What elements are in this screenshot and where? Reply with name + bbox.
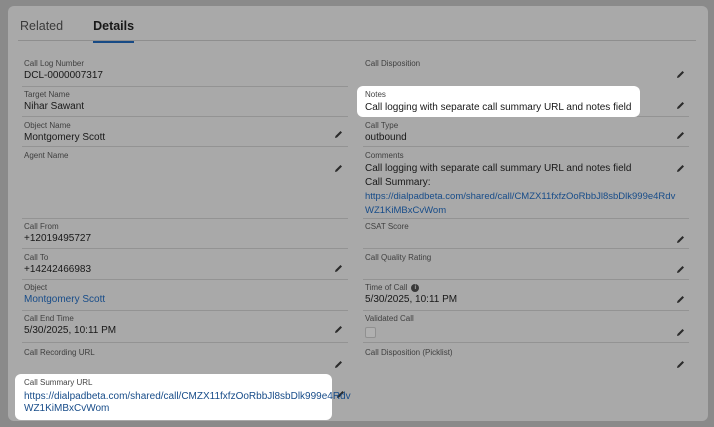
comments-line2: Call Summary: — [365, 177, 431, 188]
field-label: Object — [24, 283, 48, 292]
field-label: Call End Time — [24, 314, 74, 323]
call-summary-url-highlight: Call Summary URL https://dialpadbeta.com… — [15, 374, 351, 420]
field-call-quality-rating: Call Quality Rating — [365, 253, 431, 263]
field-call-to: Call To +14242466983 — [24, 253, 91, 277]
divider — [363, 146, 689, 147]
field-value: outbound — [365, 132, 407, 143]
comments-line1: Call logging with separate call summary … — [365, 163, 632, 174]
field-value: +14242466983 — [24, 264, 92, 275]
field-label: Object Name — [24, 121, 71, 130]
edit-object-name-pencil-icon[interactable] — [334, 130, 343, 139]
edit-call-quality-rating-pencil-icon[interactable] — [676, 265, 685, 274]
edit-notes-pencil-icon[interactable] — [676, 101, 685, 110]
object-link[interactable]: Montgomery Scott — [24, 293, 105, 307]
divider — [22, 279, 348, 280]
edit-validated-call-pencil-icon[interactable] — [676, 328, 685, 337]
field-object: Object Montgomery Scott — [24, 283, 105, 307]
edit-call-recording-url-pencil-icon[interactable] — [334, 360, 343, 369]
field-label: Call Quality Rating — [365, 253, 432, 262]
field-call-recording-url: Call Recording URL — [24, 348, 95, 358]
field-label: Agent Name — [24, 151, 69, 160]
field-value: Nihar Sawant — [24, 101, 85, 112]
edit-call-end-time-pencil-icon[interactable] — [334, 325, 343, 334]
divider — [363, 248, 689, 249]
edit-comments-pencil-icon[interactable] — [676, 164, 685, 173]
field-value: DCL-0000007317 — [24, 70, 103, 81]
edit-call-to-pencil-icon[interactable] — [334, 264, 343, 273]
field-call-end-time: Call End Time 5/30/2025, 10:11 PM — [24, 314, 116, 338]
divider — [22, 218, 348, 219]
comments-url-link-line1[interactable]: https://dialpadbeta.com/shared/call/CMZX… — [365, 190, 685, 204]
field-agent-name: Agent Name — [24, 151, 68, 161]
field-value: +12019495727 — [24, 233, 92, 244]
field-call-from: Call From +12019495727 — [24, 222, 91, 246]
field-time-of-call: Time of Call i 5/30/2025, 10:11 PM — [365, 283, 457, 307]
field-value: 5/30/2025, 10:11 PM — [365, 294, 458, 305]
edit-call-type-pencil-icon[interactable] — [676, 131, 685, 140]
field-label: Call Disposition — [365, 59, 421, 68]
field-call-disposition: Call Disposition — [365, 59, 420, 69]
notes-highlight: Notes Call logging with separate call su… — [357, 86, 640, 117]
field-value: Montgomery Scott — [24, 132, 106, 143]
validated-call-checkbox[interactable] — [365, 327, 376, 338]
field-label: Call Summary URL — [24, 378, 93, 387]
field-call-log-number: Call Log Number DCL-0000007317 — [24, 59, 103, 83]
time-of-call-label: Time of Call — [365, 283, 408, 292]
divider — [363, 310, 689, 311]
tab-divider — [18, 40, 696, 41]
divider — [22, 86, 348, 87]
field-label: Call To — [24, 253, 49, 262]
field-call-disposition-picklist: Call Disposition (Picklist) — [365, 348, 453, 358]
notes-value: Call logging with separate call summary … — [365, 102, 632, 113]
field-target-name: Target Name Nihar Sawant — [24, 90, 84, 114]
field-label: Target Name — [24, 90, 70, 99]
field-label: Time of Call i — [365, 283, 457, 293]
field-label: Call Log Number — [24, 59, 85, 68]
field-label: Call Recording URL — [24, 348, 95, 357]
field-call-type: Call Type outbound — [365, 121, 407, 145]
call-summary-url-link-line1[interactable]: https://dialpadbeta.com/shared/call/CMZX… — [24, 391, 351, 403]
divider — [22, 310, 348, 311]
divider — [22, 146, 348, 147]
edit-call-disposition-picklist-pencil-icon[interactable] — [676, 360, 685, 369]
edit-time-of-call-pencil-icon[interactable] — [676, 295, 685, 304]
divider — [363, 279, 689, 280]
info-icon[interactable]: i — [411, 283, 420, 292]
field-label: CSAT Score — [365, 222, 409, 231]
edit-agent-name-pencil-icon[interactable] — [334, 164, 343, 173]
edit-call-disposition-pencil-icon[interactable] — [676, 70, 685, 79]
field-value: 5/30/2025, 10:11 PM — [24, 325, 117, 336]
divider — [22, 248, 348, 249]
divider — [22, 342, 348, 343]
field-validated-call: Validated Call — [365, 314, 414, 324]
field-label: Comments — [365, 151, 404, 160]
field-label: Validated Call — [365, 314, 414, 323]
call-summary-url-link-line2[interactable]: WZ1KiMBxCvWom — [24, 403, 351, 415]
field-label: Call Type — [365, 121, 399, 130]
divider — [363, 342, 689, 343]
field-object-name: Object Name Montgomery Scott — [24, 121, 105, 145]
divider — [22, 116, 348, 117]
field-label: Notes — [365, 90, 386, 99]
edit-csat-score-pencil-icon[interactable] — [676, 235, 685, 244]
field-label: Call From — [24, 222, 59, 231]
divider — [363, 218, 689, 219]
field-csat-score: CSAT Score — [365, 222, 409, 232]
comments-url-link-line2[interactable]: WZ1KiMBxCvWom — [365, 204, 685, 218]
field-label: Call Disposition (Picklist) — [365, 348, 453, 357]
field-comments: Comments Call logging with separate call… — [365, 151, 685, 218]
